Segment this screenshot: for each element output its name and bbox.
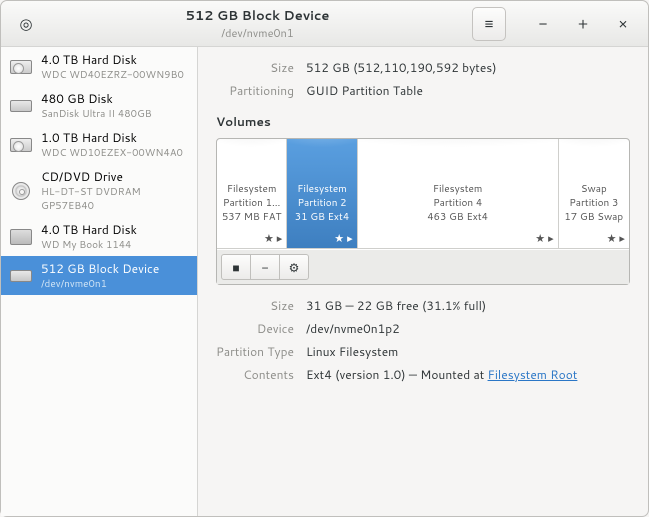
close-button[interactable]: × [606, 7, 640, 41]
device-sublabel: /dev/nvme0n1 [41, 277, 159, 291]
partition-number: Partition 2 [291, 196, 352, 210]
label-size: Size [216, 59, 306, 76]
ext-icon [9, 225, 33, 249]
partition-name: Swap [563, 182, 625, 196]
device-sublabel: WDC WD40EZRZ-00WN9B0 [41, 68, 184, 82]
label-contents: Contents [216, 366, 306, 383]
value-part-type: Linux Filesystem [306, 343, 630, 360]
value-size: 512 GB (512,110,190,592 bytes) [306, 59, 630, 76]
label-partitioning: Partitioning [216, 82, 306, 99]
partition-status-icons: ★ ▸ [221, 230, 282, 246]
partition-block[interactable]: FilesystemPartition 1…537 MB FAT ★ ▸ [217, 139, 287, 248]
value-partitioning: GUID Partition Table [306, 82, 630, 99]
partition-strip: FilesystemPartition 1…537 MB FAT★ ▸Files… [217, 139, 629, 249]
minimize-icon: − [539, 13, 548, 34]
mount-point-link[interactable]: Filesystem Root [488, 366, 578, 383]
ssd-icon [9, 264, 33, 288]
gear-icon: ⚙ [289, 259, 300, 276]
power-button[interactable]: ◎ [9, 7, 43, 41]
volume-toolbar: ■ − ⚙ [217, 249, 629, 284]
sidebar-device-item[interactable]: 512 GB Block Device/dev/nvme0n1 [1, 256, 197, 295]
partition-block[interactable]: FilesystemPartition 4463 GB Ext4 ★ ▸ [358, 139, 559, 248]
window-title: 512 GB Block Device /dev/nvme0n1 [43, 7, 472, 41]
main-panel: Size 512 GB (512,110,190,592 bytes) Part… [198, 47, 648, 516]
ssd-icon [9, 94, 33, 118]
partition-info: 17 GB Swap [563, 210, 625, 224]
label-part-type: Partition Type [216, 343, 306, 360]
device-label: 480 GB Disk [41, 90, 152, 107]
sidebar-device-item[interactable]: 4.0 TB Hard DiskWDC WD40EZRZ-00WN9B0 [1, 47, 197, 86]
device-sublabel: WD My Book 1144 [41, 238, 137, 252]
device-label: CD/DVD Drive [41, 168, 189, 185]
label-part-device: Device [216, 320, 306, 337]
partition-status-icons: ★ ▸ [362, 230, 554, 246]
partition-number: Partition 3 [563, 196, 625, 210]
minimize-button[interactable]: − [526, 7, 560, 41]
titlebar: ◎ 512 GB Block Device /dev/nvme0n1 ≡ − +… [1, 1, 648, 47]
partition-info: 31 GB Ext4 [291, 210, 352, 224]
label-part-size: Size [216, 297, 306, 314]
volumes-container: FilesystemPartition 1…537 MB FAT★ ▸Files… [216, 138, 630, 285]
partition-block[interactable]: SwapPartition 317 GB Swap ★ ▸ [559, 139, 629, 248]
maximize-icon: + [578, 13, 588, 34]
partition-name: Filesystem [362, 182, 554, 196]
subtitle-text: /dev/nvme0n1 [43, 25, 472, 41]
minus-icon: − [261, 259, 268, 276]
value-part-device: /dev/nvme0n1p2 [306, 320, 630, 337]
close-icon: × [618, 13, 628, 34]
sidebar-device-item[interactable]: 4.0 TB Hard DiskWD My Book 1144 [1, 217, 197, 256]
sidebar-device-item[interactable]: CD/DVD DriveHL-DT-ST DVDRAM GP57EB40 [1, 164, 197, 217]
menu-button[interactable]: ≡ [472, 7, 506, 41]
partition-info: 537 MB FAT [221, 210, 282, 224]
sidebar-device-item[interactable]: 1.0 TB Hard DiskWDC WD10EZEX-00WN4A0 [1, 125, 197, 164]
title-text: 512 GB Block Device [43, 7, 472, 25]
partition-settings-button[interactable]: ⚙ [279, 254, 309, 280]
partition-name: Filesystem [291, 182, 352, 196]
maximize-button[interactable]: + [566, 7, 600, 41]
partition-info: 463 GB Ext4 [362, 210, 554, 224]
partition-block[interactable]: FilesystemPartition 231 GB Ext4 ★ ▸ [287, 139, 357, 248]
contents-text: Ext4 (version 1.0) — Mounted at [306, 366, 488, 383]
sidebar-device-item[interactable]: 480 GB DiskSanDisk Ultra II 480GB [1, 86, 197, 125]
unmount-button[interactable]: ■ [221, 254, 251, 280]
hdd-icon [9, 55, 33, 79]
device-label: 4.0 TB Hard Disk [41, 221, 137, 238]
device-sublabel: HL-DT-ST DVDRAM GP57EB40 [41, 185, 189, 213]
value-part-size: 31 GB — 22 GB free (31.1% full) [306, 297, 630, 314]
partition-number: Partition 1… [221, 196, 282, 210]
hdd-icon [9, 133, 33, 157]
partition-name: Filesystem [221, 182, 282, 196]
device-sidebar: 4.0 TB Hard DiskWDC WD40EZRZ-00WN9B0480 … [1, 47, 198, 516]
device-label: 512 GB Block Device [41, 260, 159, 277]
delete-partition-button[interactable]: − [250, 254, 280, 280]
partition-status-icons: ★ ▸ [563, 230, 625, 246]
hamburger-icon: ≡ [485, 13, 494, 34]
device-sublabel: WDC WD10EZEX-00WN4A0 [41, 146, 183, 160]
volumes-heading: Volumes [216, 113, 630, 130]
value-contents: Ext4 (version 1.0) — Mounted at Filesyst… [306, 366, 630, 383]
stop-icon: ■ [232, 259, 239, 276]
partition-status-icons: ★ ▸ [291, 230, 352, 246]
device-sublabel: SanDisk Ultra II 480GB [41, 107, 152, 121]
power-icon: ◎ [19, 13, 32, 34]
partition-number: Partition 4 [362, 196, 554, 210]
device-label: 1.0 TB Hard Disk [41, 129, 183, 146]
cd-icon [9, 179, 33, 203]
device-label: 4.0 TB Hard Disk [41, 51, 184, 68]
